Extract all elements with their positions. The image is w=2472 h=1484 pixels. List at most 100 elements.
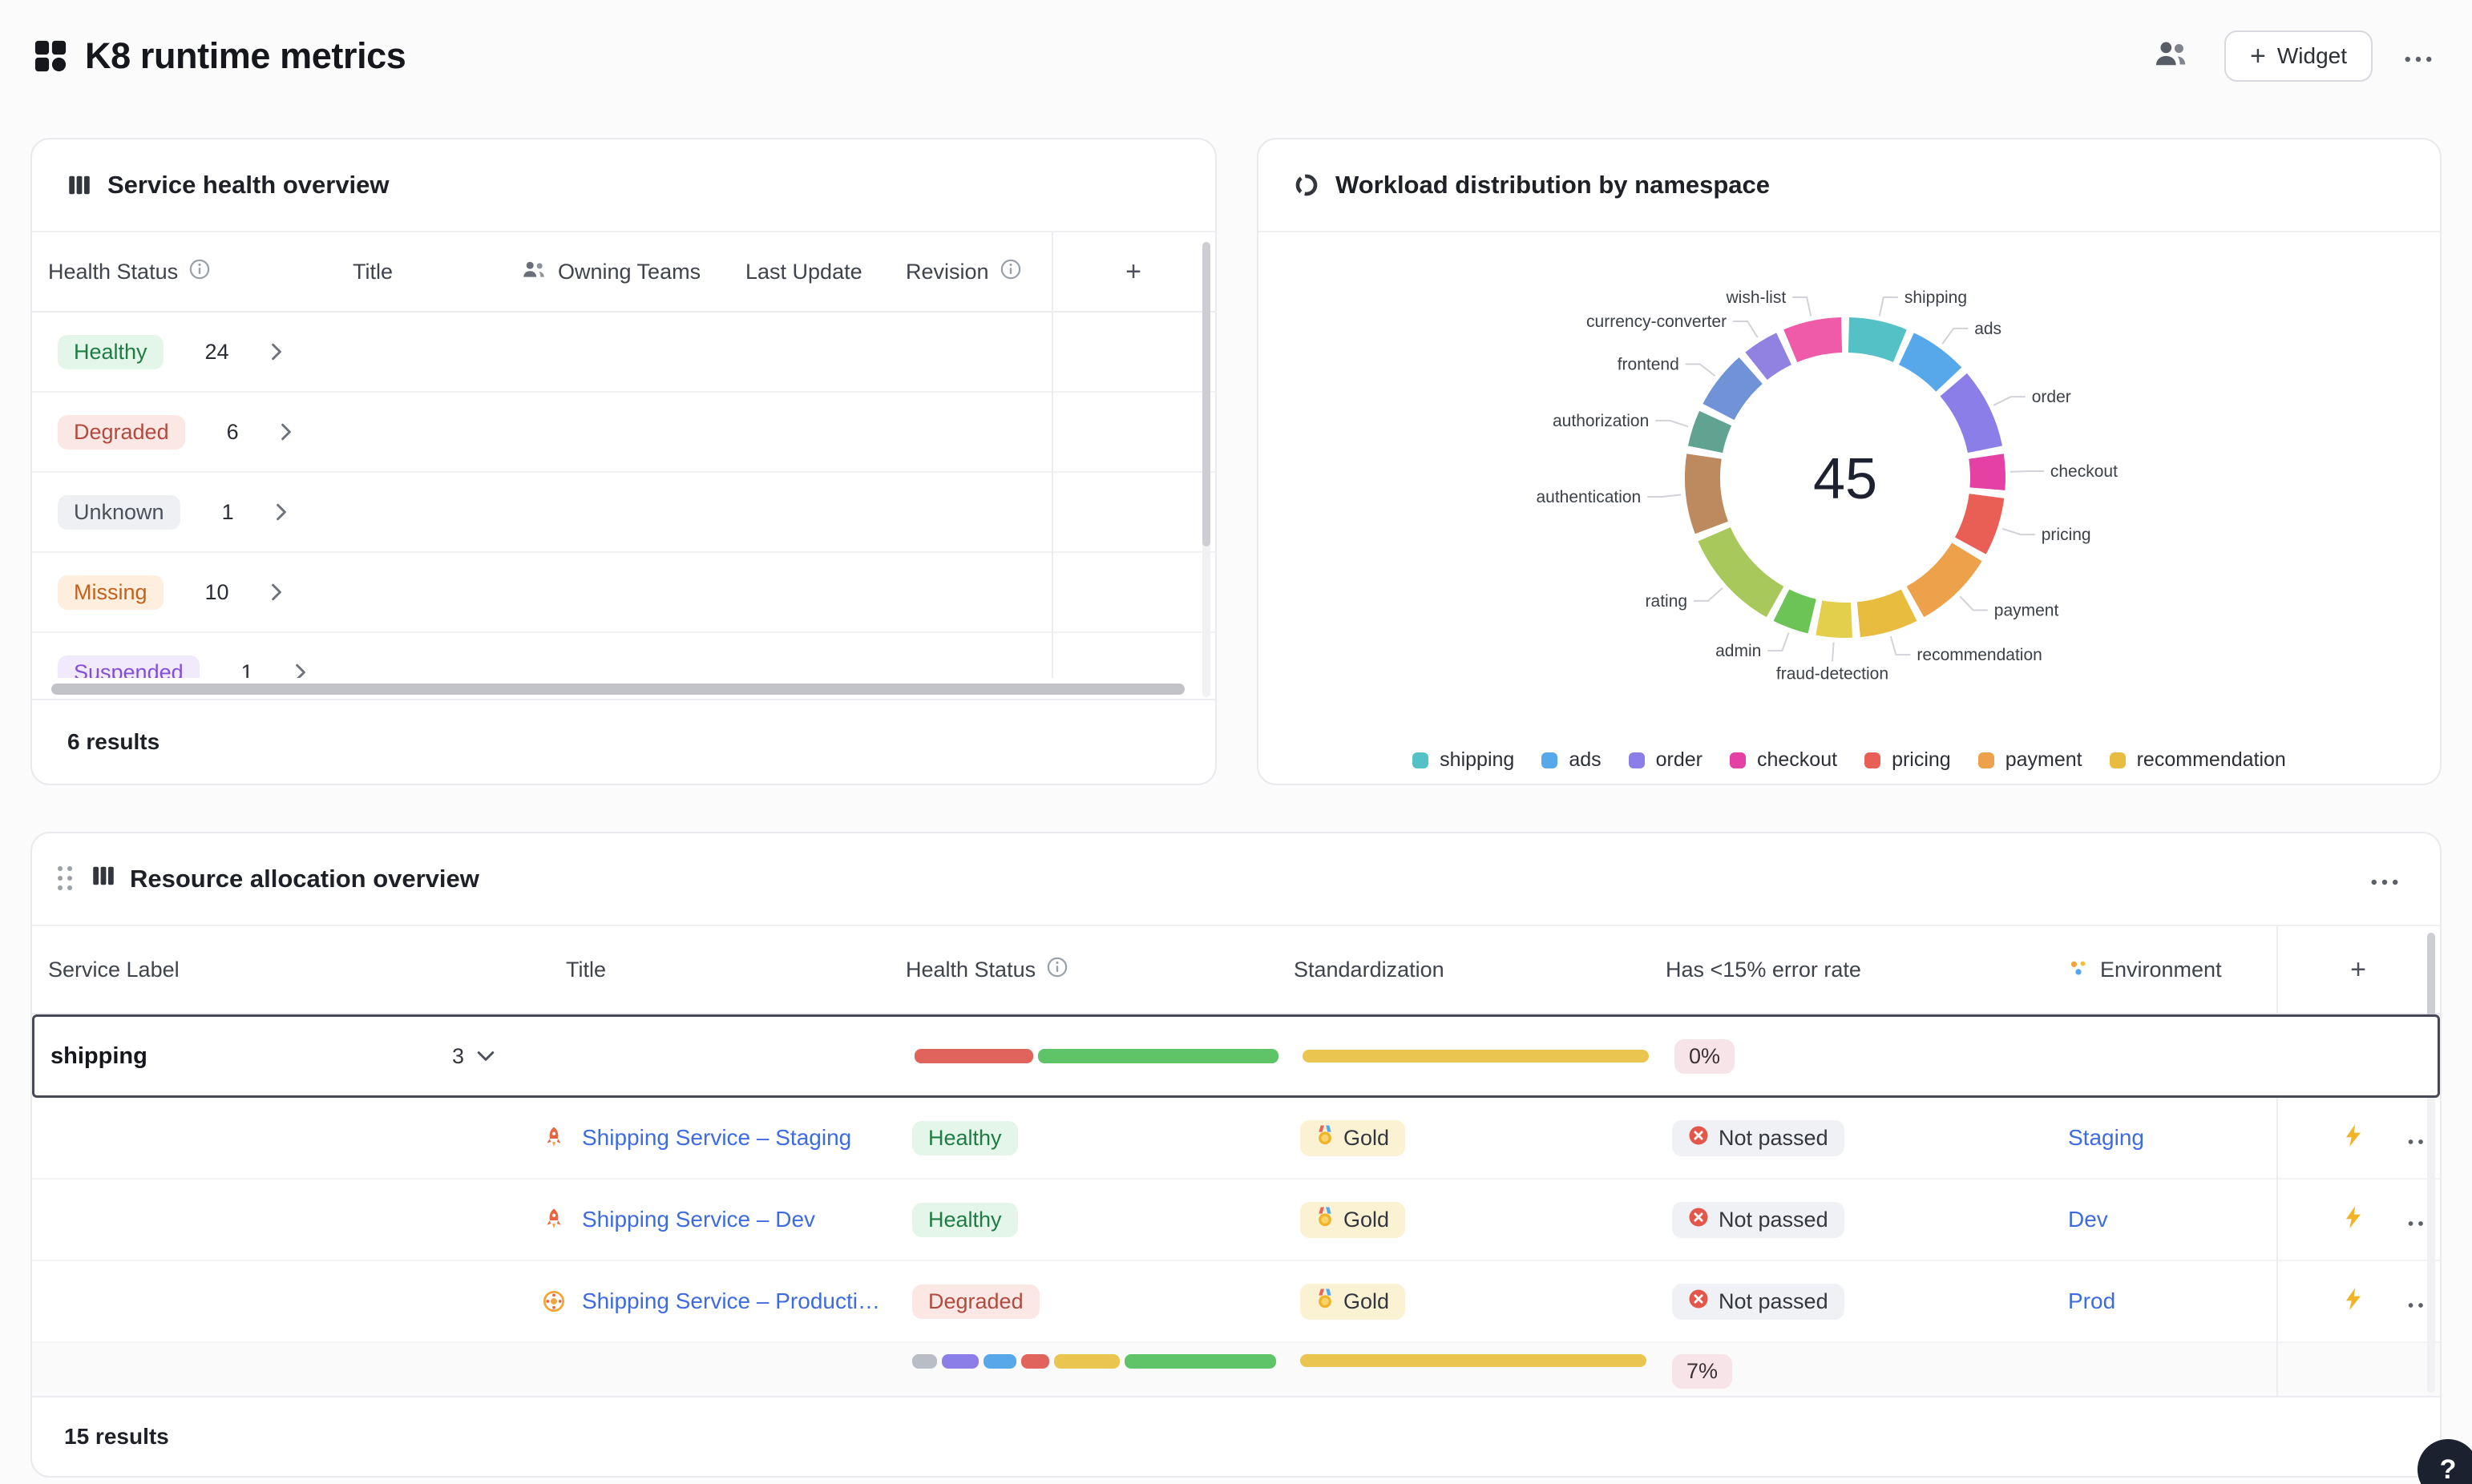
service-title-link[interactable]: Shipping Service – Dev bbox=[582, 1207, 815, 1232]
legend-item[interactable]: recommendation bbox=[2110, 748, 2286, 772]
donut-segment-order[interactable] bbox=[1953, 385, 1985, 449]
x-circle-icon bbox=[1688, 1288, 1709, 1315]
error-rate-badge: Not passed bbox=[1672, 1202, 1844, 1238]
scrollbar-thumb[interactable] bbox=[51, 684, 1185, 695]
donut-segment-fraud-detection[interactable] bbox=[1819, 618, 1852, 620]
col-environment[interactable]: Environment bbox=[2068, 958, 2276, 982]
users-icon bbox=[521, 259, 547, 285]
col-title[interactable]: Title bbox=[511, 958, 906, 982]
donut-label-line bbox=[1942, 329, 1968, 344]
legend-swatch bbox=[1541, 752, 1557, 768]
donut-label-line bbox=[1891, 636, 1911, 655]
donut-segment-authentication[interactable] bbox=[1703, 456, 1711, 527]
bar-segment bbox=[912, 1354, 937, 1369]
legend-item[interactable]: checkout bbox=[1730, 748, 1837, 772]
legend-item[interactable]: pricing bbox=[1864, 748, 1951, 772]
donut-segment-shipping[interactable] bbox=[1848, 335, 1900, 346]
environment-link[interactable]: Dev bbox=[2068, 1207, 2108, 1232]
health-status-row[interactable]: Degraded 6 bbox=[32, 393, 1215, 473]
donut-segment-authorization[interactable] bbox=[1706, 418, 1716, 450]
health-status-row[interactable]: Suspended1 bbox=[32, 633, 1215, 678]
status-badge: Suspended bbox=[58, 655, 200, 679]
donut-segment-wish-list[interactable] bbox=[1791, 335, 1842, 346]
chevron-right-icon[interactable] bbox=[271, 343, 282, 361]
service-title-link[interactable]: Shipping Service – Producti… bbox=[582, 1288, 880, 1314]
add-column-button[interactable]: + bbox=[1052, 256, 1215, 288]
col-revision[interactable]: Revision bbox=[906, 259, 1052, 285]
share-users-button[interactable] bbox=[2143, 29, 2199, 84]
legend-item[interactable]: payment bbox=[1978, 748, 2082, 772]
chevron-right-icon[interactable] bbox=[295, 663, 306, 678]
donut-segment-rating[interactable] bbox=[1715, 534, 1775, 602]
legend-label: checkout bbox=[1757, 748, 1837, 772]
donut-label-line bbox=[1647, 495, 1681, 498]
health-status-row[interactable]: Unknown1 bbox=[32, 473, 1215, 553]
legend-item[interactable]: order bbox=[1629, 748, 1703, 772]
donut-segment-payment[interactable] bbox=[1915, 552, 1966, 602]
col-health-status[interactable]: Health Status bbox=[906, 957, 1294, 983]
donut-segment-currency-converter[interactable] bbox=[1756, 349, 1784, 366]
group-row-shipping[interactable]: shipping 3 0% bbox=[32, 1014, 2440, 1098]
partial-group-row[interactable]: 7% bbox=[32, 1343, 2440, 1396]
drag-handle-icon[interactable] bbox=[55, 863, 77, 895]
donut-label: shipping bbox=[1904, 288, 1967, 307]
resource-allocation-header: Resource allocation overview bbox=[32, 833, 2440, 926]
col-owning-teams[interactable]: Owning Teams bbox=[521, 259, 745, 285]
bottom-row: Resource allocation overview Service Lab… bbox=[0, 785, 2472, 1478]
service-title-link[interactable]: Shipping Service – Staging bbox=[582, 1125, 851, 1151]
add-column-button[interactable]: + bbox=[2276, 954, 2440, 986]
donut-label-line bbox=[1792, 297, 1811, 316]
status-count: 10 bbox=[205, 580, 229, 605]
vertical-scrollbar[interactable] bbox=[2427, 933, 2435, 1393]
chevron-right-icon[interactable] bbox=[276, 503, 287, 521]
col-error-rate[interactable]: Has <15% error rate bbox=[1666, 958, 2068, 982]
vertical-scrollbar[interactable] bbox=[1202, 242, 1210, 697]
status-badge: Degraded bbox=[58, 415, 185, 450]
health-distribution-bar bbox=[912, 1354, 1276, 1369]
donut-segment-recommendation[interactable] bbox=[1859, 605, 1909, 619]
health-status-row[interactable]: Healthy24 bbox=[32, 313, 1215, 393]
scrollbar-thumb[interactable] bbox=[1202, 242, 1210, 546]
chevron-right-icon[interactable] bbox=[281, 423, 292, 441]
donut-segment-checkout[interactable] bbox=[1986, 456, 1988, 489]
bar-segment bbox=[942, 1354, 979, 1369]
legend-item[interactable]: shipping bbox=[1412, 748, 1514, 772]
health-status-badge: Degraded bbox=[912, 1284, 1040, 1319]
donut-segment-admin[interactable] bbox=[1781, 605, 1812, 616]
card-menu-button[interactable] bbox=[2361, 857, 2408, 901]
actions-button[interactable] bbox=[2341, 1284, 2366, 1320]
actions-button[interactable] bbox=[2341, 1120, 2366, 1156]
legend-swatch bbox=[1978, 752, 1994, 768]
horizontal-scrollbar[interactable] bbox=[51, 679, 1196, 699]
page-menu-button[interactable] bbox=[2395, 34, 2442, 79]
actions-button[interactable] bbox=[2341, 1202, 2366, 1238]
col-title[interactable]: Title bbox=[353, 260, 521, 284]
standardization-label: Gold bbox=[1343, 1289, 1389, 1314]
donut-segment-pricing[interactable] bbox=[1970, 496, 1986, 546]
col-health-status[interactable]: Health Status bbox=[32, 259, 353, 285]
table-icon bbox=[67, 173, 91, 197]
chevron-down-icon[interactable] bbox=[477, 1050, 495, 1062]
chevron-right-icon[interactable] bbox=[271, 583, 282, 601]
environment-link[interactable]: Staging bbox=[2068, 1125, 2144, 1151]
service-health-rows: Healthy24Degraded6Unknown1Missing10Suspe… bbox=[32, 313, 1215, 678]
results-count: 6 results bbox=[32, 699, 1215, 784]
col-service-label[interactable]: Service Label bbox=[32, 958, 511, 982]
table-row: Shipping Service – Dev Healthy Gold Not … bbox=[32, 1180, 2440, 1261]
group-label: shipping bbox=[34, 1043, 147, 1070]
col-last-update[interactable]: Last Update bbox=[745, 260, 906, 284]
status-count: 6 bbox=[227, 420, 239, 445]
legend-swatch bbox=[1730, 752, 1746, 768]
donut-segment-ads[interactable] bbox=[1906, 349, 1949, 379]
error-rate-badge: 7% bbox=[1672, 1354, 1732, 1389]
service-icon bbox=[542, 1126, 566, 1150]
col-standardization[interactable]: Standardization bbox=[1294, 958, 1666, 982]
resource-allocation-card: Resource allocation overview Service Lab… bbox=[30, 832, 2442, 1478]
health-status-row[interactable]: Missing10 bbox=[32, 553, 1215, 633]
info-icon bbox=[1047, 957, 1068, 983]
donut-segment-frontend[interactable] bbox=[1719, 371, 1751, 412]
legend-item[interactable]: ads bbox=[1541, 748, 1601, 772]
environment-link[interactable]: Prod bbox=[2068, 1288, 2115, 1314]
info-icon bbox=[1000, 259, 1021, 285]
add-widget-button[interactable]: + Widget bbox=[2224, 30, 2373, 82]
